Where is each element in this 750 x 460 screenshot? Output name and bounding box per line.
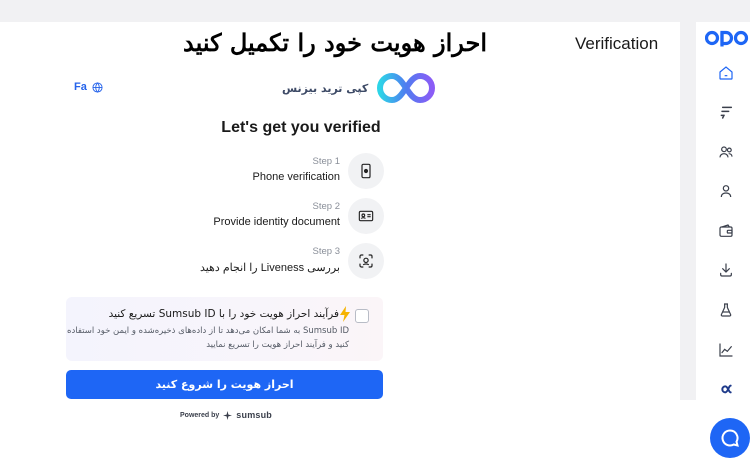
step-icon-circle (348, 153, 384, 189)
sidebar-item-download[interactable] (714, 258, 738, 282)
language-label: Fa (74, 81, 87, 93)
powered-by-sumsub: Powered by sumsub (180, 410, 272, 420)
scroll-gutter (680, 22, 696, 400)
sidebar-item-signals[interactable] (714, 100, 738, 124)
step-text: بررسی Liveness را انجام دهید (199, 262, 340, 274)
powered-by-name: sumsub (236, 410, 273, 420)
step-phone-verification[interactable]: Step 1 Phone verification (150, 153, 384, 191)
verification-heading: Let's get you verified (221, 119, 381, 136)
sumsub-logo-icon (223, 410, 233, 420)
wallet-icon (719, 224, 733, 237)
lightning-icon (340, 306, 350, 322)
brand-name: کپی ترید بیزنس (282, 81, 369, 95)
face-scan-icon (359, 254, 373, 268)
sidebar-item-chart[interactable] (714, 338, 738, 362)
step-label: Step 3 (312, 246, 340, 257)
users-icon (719, 146, 733, 158)
user-icon (720, 185, 732, 198)
start-verification-button[interactable]: احراز هویت را شروع کنید (66, 370, 383, 399)
opo-logo[interactable] (705, 28, 749, 48)
banner-title: احراز هویت خود را تکمیل کنید (183, 28, 487, 57)
step-icon-circle (348, 243, 384, 279)
download-icon (720, 263, 732, 277)
language-selector[interactable]: Fa (74, 81, 103, 93)
sidebar-item-wallet[interactable] (714, 219, 738, 243)
sumsub-id-checkbox[interactable] (355, 309, 369, 323)
top-banner (0, 0, 750, 22)
page: احراز هویت خود را تکمیل کنید Verificatio… (0, 0, 750, 460)
step-label: Step 2 (312, 201, 340, 212)
chart-line-icon (719, 343, 733, 357)
sumsub-id-option[interactable]: فرآیند احراز هویت خود را با Sumsub ID تس… (66, 297, 383, 361)
flash-lines-icon (720, 106, 733, 119)
phone-icon (361, 163, 371, 179)
step-icon-circle (348, 198, 384, 234)
sidebar-item-users[interactable] (714, 140, 738, 164)
chat-icon (721, 429, 739, 447)
sidebar-item-alpha[interactable] (714, 377, 738, 401)
powered-by-label: Powered by (180, 411, 220, 419)
page-title: Verification (575, 34, 659, 53)
sidebar-item-profile[interactable] (714, 179, 738, 203)
globe-icon (92, 81, 103, 93)
alpha-icon (721, 384, 732, 394)
brand: کپی ترید بیزنس (282, 70, 438, 106)
step-text: Phone verification (252, 171, 340, 183)
step-label: Step 1 (312, 156, 340, 167)
step-text: Provide identity document (213, 216, 340, 228)
sidebar-item-home[interactable] (714, 61, 738, 85)
step-identity-document[interactable]: Step 2 Provide identity document (150, 198, 384, 236)
flask-icon (720, 303, 732, 317)
sumsub-id-description: Sumsub ID به شما امکان می‌دهد تا از داده… (67, 326, 349, 350)
home-icon (719, 66, 733, 80)
infinity-logo (377, 72, 436, 104)
step-liveness-check[interactable]: Step 3 بررسی Liveness را انجام دهید (150, 243, 384, 281)
sidebar-item-lab[interactable] (714, 298, 738, 322)
sumsub-id-title: فرآیند احراز هویت خود را با Sumsub ID تس… (108, 308, 339, 320)
chat-support-button[interactable] (710, 418, 750, 458)
id-card-icon (358, 210, 374, 222)
